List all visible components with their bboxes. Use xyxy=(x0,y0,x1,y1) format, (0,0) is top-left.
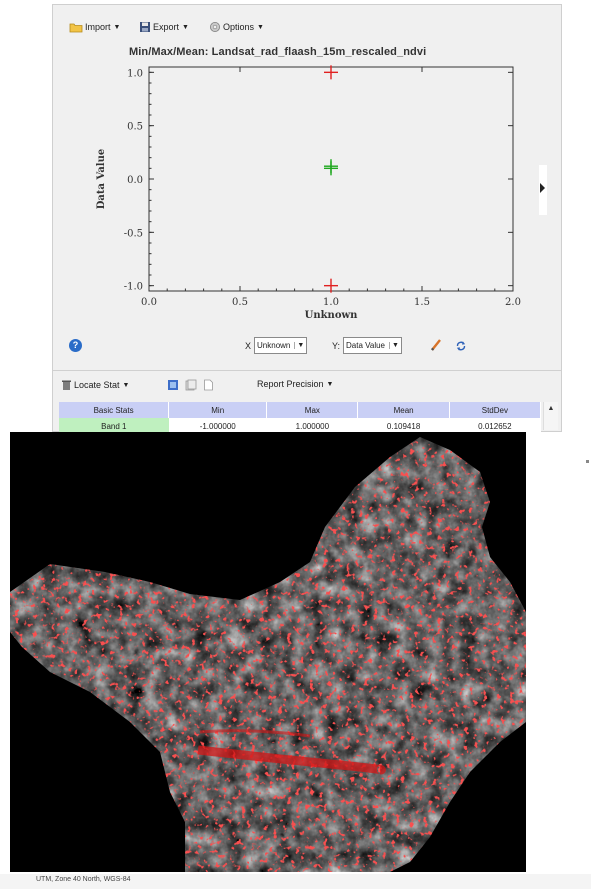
column-header[interactable]: Mean xyxy=(357,402,450,418)
y-axis-dropdown-value: Data Value xyxy=(346,341,386,350)
tick-marks xyxy=(148,67,514,291)
y-tick-label: 0.0 xyxy=(127,175,143,186)
help-icon[interactable]: ? xyxy=(69,339,82,352)
locate-stat-menu[interactable]: Locate Stat ▼ xyxy=(61,379,129,391)
projection-status: UTM, Zone 40 North, WGS-84 xyxy=(36,876,131,883)
column-header[interactable]: Max xyxy=(266,402,359,418)
plot-axes xyxy=(148,66,514,292)
x-tick-label: 2.0 xyxy=(505,297,521,308)
dropdown-arrow-icon: ▼ xyxy=(389,342,399,349)
refresh-icon[interactable] xyxy=(455,340,467,352)
pencil-icon[interactable] xyxy=(429,338,443,352)
arrow-right-icon xyxy=(540,183,545,193)
y-tick-label: -0.5 xyxy=(124,228,143,239)
dropdown-arrow-icon: ▼ xyxy=(122,381,130,389)
x-tick-label: 0.5 xyxy=(232,297,248,308)
stats-toolbar: Locate Stat ▼ Report Precision ▼ xyxy=(53,370,561,399)
edge-marker xyxy=(586,460,589,463)
trash-icon xyxy=(62,380,71,390)
grid-view-icon[interactable] xyxy=(167,379,179,391)
dropdown-arrow-icon: ▼ xyxy=(294,342,304,349)
status-bar: UTM, Zone 40 North, WGS-84 xyxy=(0,874,591,889)
data-markers xyxy=(324,65,338,293)
x-tick-label: 1.5 xyxy=(414,297,430,308)
dropdown-arrow-icon: ▼ xyxy=(326,380,334,388)
y-selector-prefix: Y: xyxy=(332,340,341,351)
collapse-panel-tab[interactable] xyxy=(539,165,547,215)
x-axis-dropdown[interactable]: Unknown ▼ xyxy=(254,337,308,354)
column-header[interactable]: Basic Stats xyxy=(59,402,170,418)
x-axis-dropdown-value: Unknown xyxy=(257,341,291,350)
raster-image-view[interactable] xyxy=(10,432,526,872)
scatter-plot[interactable]: 0.0 0.5 1.0 1.5 2.0 1.0 0.5 0.0 -0.5 -1.… xyxy=(53,5,561,345)
table-scrollbar[interactable]: ▲ xyxy=(543,402,558,430)
locate-stat-label: Locate Stat xyxy=(74,380,120,390)
x-selector-prefix: X xyxy=(245,340,252,351)
plot-frame xyxy=(148,66,514,292)
tick-labels: 0.0 0.5 1.0 1.5 2.0 1.0 0.5 0.0 -0.5 -1.… xyxy=(124,68,521,308)
copy-icon[interactable] xyxy=(185,379,197,391)
y-tick-label: 0.5 xyxy=(127,122,143,133)
y-axis-selector: Y: Data Value ▼ xyxy=(332,337,402,354)
scroll-up-icon: ▲ xyxy=(547,405,555,412)
table-header-row: Basic Stats Min Max Mean StdDev xyxy=(59,402,542,418)
y-tick-label: 1.0 xyxy=(127,68,143,79)
x-axis-selector: X Unknown ▼ xyxy=(245,337,308,354)
x-axis-label: Unknown xyxy=(305,310,358,321)
document-icon[interactable] xyxy=(203,379,214,391)
report-precision-menu[interactable]: Report Precision ▼ xyxy=(257,379,333,389)
stats-table: Basic Stats Min Max Mean StdDev Band 1 -… xyxy=(59,402,542,434)
report-precision-label: Report Precision xyxy=(257,379,324,389)
y-axis-label: Data Value xyxy=(96,149,107,209)
x-tick-label: 0.0 xyxy=(141,297,157,308)
x-tick-label: 1.0 xyxy=(323,297,339,308)
statistics-panel: Import ▼ Export ▼ Options ▼ Min/Max/Mean… xyxy=(52,4,562,434)
column-header[interactable]: Min xyxy=(168,402,268,418)
y-tick-label: -1.0 xyxy=(124,282,143,293)
plus-marker xyxy=(324,159,338,174)
y-axis-dropdown[interactable]: Data Value ▼ xyxy=(343,337,402,354)
ndvi-raster-image xyxy=(10,437,526,872)
column-header[interactable]: StdDev xyxy=(449,402,542,418)
